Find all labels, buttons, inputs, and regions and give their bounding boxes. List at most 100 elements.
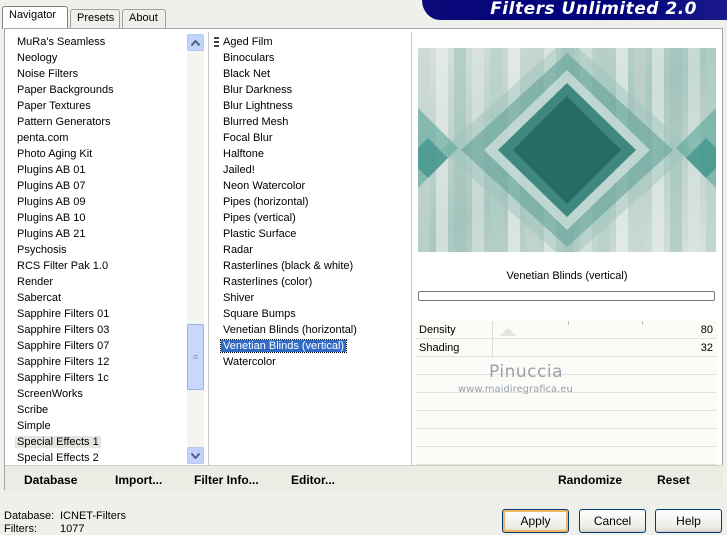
- list-item[interactable]: Black Net: [219, 66, 407, 82]
- scroll-thumb[interactable]: ≡: [187, 324, 204, 390]
- editor-button[interactable]: Editor...: [291, 473, 335, 487]
- list-item[interactable]: Pipes (horizontal): [219, 194, 407, 210]
- list-item-label: Sapphire Filters 12: [17, 356, 110, 368]
- import-button[interactable]: Import...: [115, 473, 162, 487]
- list-item[interactable]: penta.com: [13, 130, 185, 146]
- param-value: 32: [700, 342, 713, 354]
- list-item[interactable]: Sapphire Filters 1c: [13, 370, 185, 386]
- param-row-density[interactable]: Density 80: [416, 321, 717, 339]
- list-item[interactable]: Plugins AB 07: [13, 178, 185, 194]
- scroll-up-button[interactable]: [187, 34, 204, 51]
- list-item[interactable]: Sapphire Filters 12: [13, 354, 185, 370]
- list-item[interactable]: RCS Filter Pak 1.0: [13, 258, 185, 274]
- status-label: Filters:: [4, 523, 37, 535]
- list-item[interactable]: Rasterlines (color): [219, 274, 407, 290]
- watermark-name: Pinuccia: [489, 362, 563, 382]
- list-item[interactable]: Sapphire Filters 01: [13, 306, 185, 322]
- list-item[interactable]: Paper Textures: [13, 98, 185, 114]
- list-item[interactable]: Psychosis: [13, 242, 185, 258]
- list-item-label: ScreenWorks: [17, 388, 83, 400]
- list-item[interactable]: ScreenWorks: [13, 386, 185, 402]
- list-item[interactable]: Sabercat: [13, 290, 185, 306]
- param-label: Shading: [419, 342, 460, 354]
- shading-slider[interactable]: [492, 339, 642, 356]
- apply-button[interactable]: Apply: [502, 509, 569, 533]
- filter-info-button[interactable]: Filter Info...: [194, 473, 259, 487]
- list-item-label: Neology: [17, 52, 58, 64]
- list-item-label: Black Net: [223, 68, 271, 80]
- category-list[interactable]: MuRa's Seamless Neology Noise Filters Paper…: [13, 34, 185, 466]
- tab-navigator[interactable]: Navigator: [2, 6, 68, 29]
- list-item[interactable]: Special Effects 1: [13, 434, 185, 450]
- venetian-preview: [418, 48, 716, 252]
- column-divider: [411, 32, 412, 465]
- list-item[interactable]: Aged Film: [219, 34, 407, 50]
- list-item-label: Sapphire Filters 07: [17, 340, 110, 352]
- list-item[interactable]: Paper Backgrounds: [13, 82, 185, 98]
- list-item-label: Pattern Generators: [17, 116, 111, 128]
- list-item[interactable]: Pipes (vertical): [219, 210, 407, 226]
- list-item-label: Sabercat: [17, 292, 62, 304]
- list-item[interactable]: Photo Aging Kit: [13, 146, 185, 162]
- list-item-label: Neon Watercolor: [223, 180, 306, 192]
- list-item[interactable]: Simple: [13, 418, 185, 434]
- list-item-label: Scribe: [17, 404, 49, 416]
- list-item[interactable]: Plugins AB 10: [13, 210, 185, 226]
- list-item-label: Photo Aging Kit: [17, 148, 93, 160]
- list-item[interactable]: Neon Watercolor: [219, 178, 407, 194]
- cancel-button[interactable]: Cancel: [579, 509, 646, 533]
- list-item[interactable]: Plugins AB 21: [13, 226, 185, 242]
- list-item[interactable]: Shiver: [219, 290, 407, 306]
- list-item[interactable]: MuRa's Seamless: [13, 34, 185, 50]
- list-item[interactable]: Plugins AB 01: [13, 162, 185, 178]
- parameter-table: Density 80 Shading 32: [416, 321, 717, 483]
- help-button[interactable]: Help: [655, 509, 722, 533]
- list-item-label: Noise Filters: [17, 68, 79, 80]
- list-item-label: Halftone: [223, 148, 264, 160]
- list-item[interactable]: Blurred Mesh: [219, 114, 407, 130]
- list-item[interactable]: Venetian Blinds (vertical): [219, 338, 407, 354]
- list-item[interactable]: Plastic Surface: [219, 226, 407, 242]
- list-item-label: Paper Textures: [17, 100, 91, 112]
- list-item[interactable]: Neology: [13, 50, 185, 66]
- status-value: ICNET-Filters: [60, 510, 126, 522]
- list-item-label: Plugins AB 09: [17, 196, 86, 208]
- list-item[interactable]: Noise Filters: [13, 66, 185, 82]
- list-item-label: Watercolor: [223, 356, 276, 368]
- reset-button[interactable]: Reset: [657, 473, 690, 487]
- list-item[interactable]: Binoculars: [219, 50, 407, 66]
- list-item[interactable]: Radar: [219, 242, 407, 258]
- tab-presets[interactable]: Presets: [70, 9, 120, 28]
- list-item-label: Jailed!: [223, 164, 255, 176]
- list-item[interactable]: Special Effects 2: [13, 450, 185, 466]
- randomize-button[interactable]: Randomize: [558, 473, 622, 487]
- filter-list[interactable]: Aged Film Binoculars Black Net Blur Darknes…: [219, 34, 407, 466]
- list-item-label: Square Bumps: [223, 308, 296, 320]
- tab-about[interactable]: About: [122, 9, 166, 28]
- list-item[interactable]: Pattern Generators: [13, 114, 185, 130]
- category-scrollbar[interactable]: ≡: [187, 34, 204, 464]
- list-item[interactable]: Sapphire Filters 07: [13, 338, 185, 354]
- scroll-down-button[interactable]: [187, 447, 204, 464]
- slider-pointer-icon[interactable]: [499, 328, 517, 336]
- list-item[interactable]: Square Bumps: [219, 306, 407, 322]
- list-item[interactable]: Blur Darkness: [219, 82, 407, 98]
- status-database: Database: ICNET-Filters: [4, 510, 126, 522]
- list-item[interactable]: Halftone: [219, 146, 407, 162]
- list-item[interactable]: Render: [13, 274, 185, 290]
- empty-param-row: [416, 357, 717, 375]
- list-item[interactable]: Focal Blur: [219, 130, 407, 146]
- database-button[interactable]: Database: [24, 473, 77, 487]
- status-filters: Filters: 1077: [4, 523, 84, 535]
- param-row-shading[interactable]: Shading 32: [416, 339, 717, 357]
- list-item[interactable]: Sapphire Filters 03: [13, 322, 185, 338]
- status-label: Database:: [4, 510, 55, 522]
- list-item[interactable]: Jailed!: [219, 162, 407, 178]
- list-item[interactable]: Watercolor: [219, 354, 407, 370]
- list-item[interactable]: Venetian Blinds (horizontal): [219, 322, 407, 338]
- list-item[interactable]: Plugins AB 09: [13, 194, 185, 210]
- list-item[interactable]: Rasterlines (black & white): [219, 258, 407, 274]
- watermark-url: www.maidiregrafica.eu: [458, 384, 573, 395]
- list-item[interactable]: Scribe: [13, 402, 185, 418]
- list-item[interactable]: Blur Lightness: [219, 98, 407, 114]
